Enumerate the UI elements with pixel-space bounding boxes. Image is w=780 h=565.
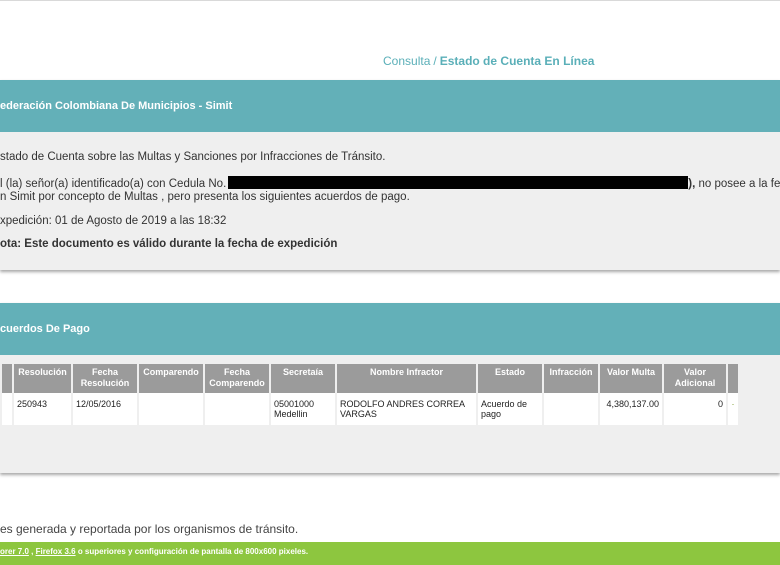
top-divider	[0, 0, 780, 1]
id-statement-continued: n Simit por concepto de Multas , pero pr…	[0, 191, 410, 203]
breadcrumb-current: Estado de Cuenta En Línea	[439, 54, 595, 68]
ie-link[interactable]: orer 7.0	[0, 547, 29, 556]
cell-offender-name: RODOLFO ANDRES CORREA VARGAS	[337, 393, 476, 425]
cell-infraction	[544, 393, 598, 425]
column-header-resolution: Resolución	[14, 364, 71, 393]
cell-resolution-date: 12/05/2016	[73, 393, 137, 425]
browser-requirements-bar: orer 7.0 , Firefox 3.6 o superiores y co…	[0, 542, 780, 565]
cell-status: Acuerdo de pago	[478, 393, 542, 425]
bar-separator: ,	[28, 547, 36, 556]
id-statement: l (la) señor(a) identificado(a) con Cedu…	[0, 176, 780, 190]
table-header-row: Resolución Fecha Resolución Comparendo F…	[2, 364, 738, 393]
cell-fine-value: 4,380,137.00	[600, 393, 662, 425]
id-statement-prefix: l (la) señor(a) identificado(a) con Cedu…	[0, 178, 227, 190]
row-action-icon[interactable]: ·	[728, 393, 738, 425]
cell-citation	[139, 393, 203, 425]
column-header-citation-date: Fecha Comparendo	[205, 364, 269, 393]
payment-agreements-panel-title: cuerdos De Pago	[0, 303, 780, 355]
column-header-offender-name: Nombre Infractor	[337, 364, 476, 393]
breadcrumb-root-link[interactable]: Consulta	[383, 54, 430, 68]
column-header-fine-value: Valor Multa	[600, 364, 662, 393]
footer-note: es generada y reportada por los organism…	[0, 522, 299, 536]
account-status-panel-title: ederación Colombiana De Municipios - Sim…	[0, 80, 780, 132]
cell-additional-value: 0	[664, 393, 726, 425]
expedition-date: xpedición: 01 de Agosto de 2019 a las 18…	[0, 215, 227, 227]
column-header-status: Estado	[478, 364, 542, 393]
bar-text: o superiores y configuración de pantalla…	[75, 547, 309, 556]
breadcrumb-separator: /	[433, 54, 437, 68]
account-status-panel: ederación Colombiana De Municipios - Sim…	[0, 80, 780, 270]
column-header-additional-value: Valor Adicional	[664, 364, 726, 393]
breadcrumb: Consulta / Estado de Cuenta En Línea	[383, 54, 594, 68]
cell-resolution: 250943	[14, 393, 71, 425]
table-row: 250943 12/05/2016 05001000 Medellin RODO…	[2, 393, 738, 425]
status-description: stado de Cuenta sobre las Multas y Sanci…	[0, 151, 386, 163]
cell-citation-date	[205, 393, 269, 425]
column-header-infraction: Infracción	[544, 364, 598, 393]
id-statement-tail: no posee a la fe	[695, 178, 780, 190]
column-header-secretariat: Secretaía	[271, 364, 335, 393]
column-header-extra	[728, 364, 738, 393]
redacted-id	[228, 176, 689, 189]
column-header-citation: Comparendo	[139, 364, 203, 393]
cell-secretariat: 05001000 Medellin	[271, 393, 335, 425]
validity-note: ota: Este documento es válido durante la…	[0, 238, 338, 250]
column-header-marker	[2, 364, 12, 393]
payment-agreements-table: Resolución Fecha Resolución Comparendo F…	[0, 364, 740, 425]
row-marker-cell	[2, 393, 12, 425]
column-header-resolution-date: Fecha Resolución	[73, 364, 137, 393]
firefox-link[interactable]: Firefox 3.6	[36, 547, 76, 556]
payment-agreements-panel: cuerdos De Pago Resolución Fecha Resoluc…	[0, 303, 780, 473]
